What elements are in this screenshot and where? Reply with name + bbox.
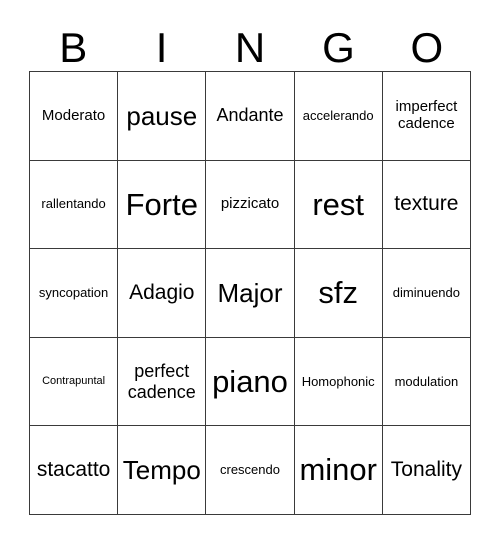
- bingo-cell-label: texture: [394, 192, 459, 216]
- bingo-cell-label: Moderato: [41, 106, 106, 124]
- bingo-cell[interactable]: Contrapuntal: [30, 337, 119, 427]
- bingo-cell[interactable]: perfect cadence: [118, 337, 207, 427]
- bingo-cell-label: accelerando: [302, 107, 374, 123]
- bingo-cell[interactable]: modulation: [382, 337, 471, 427]
- bingo-cell-label: Homophonic: [301, 373, 375, 389]
- header-letter-n: N: [234, 24, 266, 71]
- header-letter-o: O: [410, 24, 444, 71]
- bingo-cell-label: diminuendo: [392, 284, 460, 300]
- bingo-cell-label: syncopation: [38, 284, 109, 300]
- bingo-cell[interactable]: accelerando: [294, 72, 383, 161]
- bingo-cell-label: Adagio: [129, 280, 195, 304]
- bingo-grid: Moderato pause Andante accelerando imperfect…: [29, 71, 471, 515]
- bingo-cell[interactable]: pizzicato: [206, 160, 295, 250]
- bingo-cell[interactable]: rallentando: [30, 160, 119, 250]
- bingo-cell[interactable]: Moderato: [30, 72, 119, 161]
- bingo-cell[interactable]: pause: [118, 72, 207, 161]
- bingo-cell[interactable]: diminuendo: [382, 249, 471, 338]
- header-letter-b: B: [59, 24, 88, 71]
- bingo-cell-label: stacatto: [36, 457, 111, 481]
- bingo-cell[interactable]: Tempo: [118, 426, 207, 515]
- bingo-cell-label: Tempo: [122, 455, 201, 486]
- bingo-cell[interactable]: Adagio: [118, 249, 207, 338]
- bingo-cell-label: crescendo: [220, 462, 280, 478]
- bingo-cell[interactable]: piano: [206, 337, 295, 427]
- bingo-cell-label: Tonality: [390, 457, 462, 481]
- bingo-cell[interactable]: texture: [382, 160, 471, 250]
- bingo-cell-label: sfz: [318, 275, 358, 311]
- bingo-cell-label: Forte: [125, 186, 198, 222]
- bingo-cell-label: Contrapuntal: [42, 374, 106, 387]
- bingo-cell[interactable]: minor: [294, 426, 383, 515]
- bingo-cell-label: perfect cadence: [127, 361, 196, 402]
- bingo-cell-label: Major: [217, 277, 283, 308]
- bingo-cell-label: imperfect cadence: [395, 98, 458, 132]
- bingo-header: B I N G O: [29, 18, 471, 70]
- bingo-cell[interactable]: Major: [206, 249, 295, 338]
- bingo-cell-label: modulation: [394, 373, 459, 389]
- bingo-cell[interactable]: sfz: [294, 249, 383, 338]
- bingo-cell[interactable]: Homophonic: [294, 337, 383, 427]
- bingo-cell[interactable]: crescendo: [206, 426, 295, 515]
- bingo-cell-label: piano: [212, 363, 288, 399]
- bingo-cell-label: minor: [299, 452, 377, 488]
- header-letter-g: G: [322, 24, 355, 71]
- bingo-cell-label: rest: [312, 186, 365, 222]
- bingo-cell[interactable]: Andante: [206, 72, 295, 161]
- bingo-cell[interactable]: Tonality: [382, 426, 471, 515]
- bingo-cell-label: Andante: [216, 105, 284, 126]
- header-letter-i: I: [155, 24, 168, 71]
- bingo-cell[interactable]: Forte: [118, 160, 207, 250]
- bingo-cell-label: rallentando: [41, 196, 106, 212]
- bingo-cell-label: pause: [126, 100, 198, 131]
- bingo-card: B I N G O Moderato pause Andante accelerand…: [0, 0, 500, 544]
- bingo-cell[interactable]: stacatto: [30, 426, 119, 515]
- bingo-cell[interactable]: rest: [294, 160, 383, 250]
- bingo-cell[interactable]: imperfect cadence: [382, 72, 471, 161]
- bingo-cell[interactable]: syncopation: [30, 249, 119, 338]
- bingo-cell-label: pizzicato: [220, 195, 280, 213]
